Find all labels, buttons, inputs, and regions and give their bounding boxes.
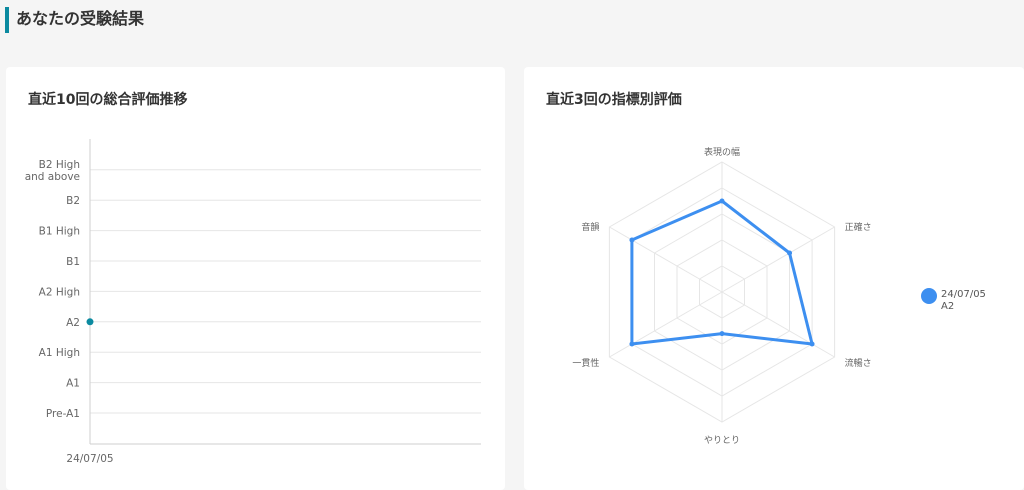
x-tick-label: 24/07/05 <box>66 453 113 465</box>
radar-legend[interactable]: 24/07/05 A2 <box>921 287 1017 317</box>
header-accent-bar <box>5 7 9 33</box>
y-tick-label-line: B2 High <box>39 159 80 171</box>
radar-axis-label: 正確さ <box>845 221 872 233</box>
y-tick-label: B2 <box>66 195 80 207</box>
radar-axis-label: やりとり <box>704 435 740 446</box>
y-tick-label: B1 <box>66 256 80 268</box>
radar-spoke <box>721 291 835 358</box>
legend-swatch <box>921 288 937 304</box>
legend-label-date: 24/07/05 <box>941 289 986 300</box>
radar-spoke <box>609 226 723 293</box>
radar-data-point <box>787 250 793 256</box>
radar-card: 直近3回の指標別評価 表現の幅 正確さ 流暢さ やりとり 一貫性 音韻 24/07/05 … <box>524 67 1024 490</box>
radar-data-point <box>629 341 635 347</box>
radar-spoke <box>721 226 835 293</box>
radar-data-point <box>719 198 725 204</box>
radar-axis-label: 一貫性 <box>572 357 599 369</box>
page-header: あなたの受験結果 <box>0 0 1024 40</box>
y-tick-label: B1 High <box>39 226 80 238</box>
y-tick-label: A1 High <box>39 347 80 359</box>
radar-axis-label: 音韻 <box>581 221 599 233</box>
y-tick-label: A2 <box>66 317 80 329</box>
radar-data-point <box>809 341 815 347</box>
radar-chart: 表現の幅正確さ流暢さやりとり 一貫性 音韻 <box>572 146 872 446</box>
radar-data-point <box>629 237 635 243</box>
y-tick-label-line: and above <box>25 171 80 183</box>
trend-chart: Pre-A1 A1 A1 High A2 A2 High B1 B1 High B2 B2 Hi… <box>25 139 481 465</box>
y-tick-label: B2 High and above <box>25 159 80 183</box>
y-tick-label: A2 High <box>39 286 80 298</box>
page-title: あなたの受験結果 <box>16 9 145 28</box>
radar-spoke <box>609 291 723 358</box>
legend-label: 24/07/05 A2 <box>941 289 986 313</box>
radar-axis-label: 表現の幅 <box>704 146 740 158</box>
radar-data-point <box>719 331 725 337</box>
y-tick-label: Pre-A1 <box>46 408 80 420</box>
y-tick-label: A1 <box>66 378 80 390</box>
data-point <box>86 318 94 326</box>
trend-card: 直近10回の総合評価推移 Pre-A1 A1 A1 High A2 A2 High B1 B… <box>6 67 505 490</box>
radar-axis-label: 流暢さ <box>845 357 872 369</box>
legend-label-level: A2 <box>941 301 955 312</box>
